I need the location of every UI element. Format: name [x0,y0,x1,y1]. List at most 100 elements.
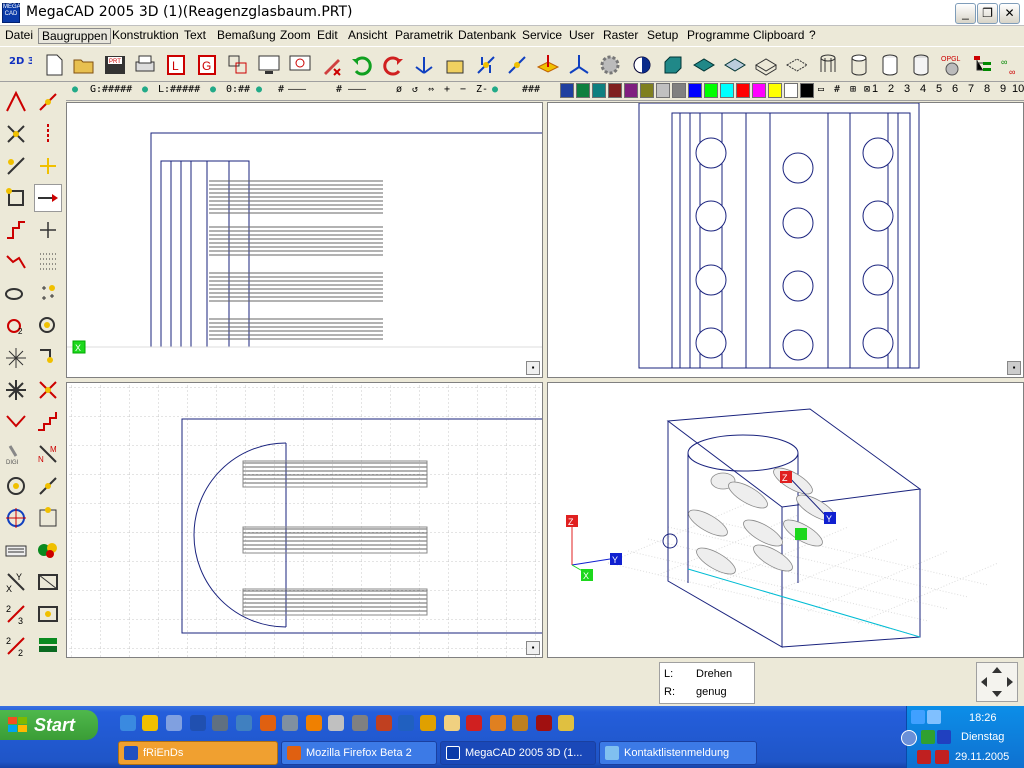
lock-icon[interactable]: ● [72,84,78,95]
color-swatch[interactable] [560,83,574,98]
circle-point-icon[interactable] [34,312,62,340]
layer-number-10[interactable]: 10 [1012,83,1024,95]
group-g-icon[interactable]: G [193,51,220,78]
menu-raster[interactable]: Raster [600,28,641,44]
angle-icon[interactable]: ø [396,84,402,95]
snap-nm-icon[interactable]: NM [34,440,62,468]
layer-number-9[interactable]: 9 [1000,83,1006,95]
2d-3d-toggle-icon[interactable]: 2D 3D [6,51,33,78]
info-icon[interactable] [142,715,158,731]
network-tray-icon[interactable] [911,710,925,724]
display-settings-icon[interactable] [286,51,313,78]
menu-parametrik[interactable]: Parametrik [392,28,456,44]
pencil-icon[interactable] [558,715,574,731]
pen-field[interactable]: 0:## [226,84,250,95]
group-field[interactable]: G:##### [90,84,132,95]
new-file-icon[interactable] [40,51,67,78]
solid-plate-icon[interactable] [690,51,717,78]
viewport-isometric[interactable]: Z Y Z Y X [547,382,1024,658]
lock-icon[interactable]: ● [142,84,148,95]
asterisk-icon[interactable] [2,376,30,404]
display-icon[interactable] [255,51,282,78]
menu-datenbank[interactable]: Datenbank [455,28,519,44]
gear-icon[interactable] [596,51,623,78]
close-button[interactable]: ✕ [999,3,1020,24]
line-width-field[interactable]: # [336,84,342,95]
color-swatch[interactable] [800,83,814,98]
hidden-line-icon[interactable] [783,51,810,78]
line-cross-icon[interactable] [2,120,30,148]
layer-number-7[interactable]: 7 [968,83,974,95]
z-axis-field[interactable]: Z- [476,84,488,95]
polyline-icon[interactable] [2,216,30,244]
ellipse-icon[interactable] [2,280,30,308]
layer-stack-icon[interactable] [34,632,62,660]
menu-zoom[interactable]: Zoom [277,28,314,44]
mail-icon[interactable] [282,715,298,731]
cylinder-wire-icon[interactable] [814,51,841,78]
circle-tangent-icon[interactable]: 2 [2,312,30,340]
layer-number-3[interactable]: 3 [904,83,910,95]
layer-number-5[interactable]: 5 [936,83,942,95]
solid-box-icon[interactable] [659,51,686,78]
ratio-2-icon[interactable]: 22 [2,632,30,660]
transform-icon[interactable] [224,51,251,78]
hash-field[interactable]: ### [522,84,540,95]
rectangle-icon[interactable] [2,184,30,212]
minimize-button[interactable]: _ [955,3,976,24]
arc-icon[interactable] [2,408,30,436]
frame-point-icon[interactable] [34,600,62,628]
snap-icon[interactable] [472,51,499,78]
menu-baugruppen[interactable]: Baugruppen [38,28,112,44]
menu-help[interactable]: ? [806,28,819,44]
viewport-side[interactable]: ▪ [547,102,1024,378]
tray-expand-icon[interactable] [901,730,917,746]
snap-mid-icon[interactable] [34,504,62,532]
properties-icon[interactable]: ∞ ∞ [997,51,1024,78]
color-swatch[interactable] [656,83,670,98]
menu-user[interactable]: User [566,28,597,44]
center-target-icon[interactable] [2,504,30,532]
media-icon[interactable] [490,715,506,731]
color-swatch[interactable] [640,83,654,98]
zip-icon[interactable] [512,715,528,731]
explorer-icon[interactable] [212,715,228,731]
undo-icon[interactable] [348,51,375,78]
eraser-icon[interactable] [376,715,392,731]
color-swatch[interactable] [672,83,686,98]
grid-box-icon[interactable]: ⊠ [864,84,870,95]
point-cross-icon[interactable] [34,152,62,180]
color-swatch[interactable] [768,83,782,98]
task-kontaktliste[interactable]: Kontaktlistenmeldung [599,741,757,765]
grid-snap-icon[interactable]: ⊞ [850,84,856,95]
cylinder-icon[interactable] [845,51,872,78]
dashed-line-icon[interactable] [34,120,62,148]
color-swatch[interactable] [608,83,622,98]
wire-plate-icon[interactable] [721,51,748,78]
bluetooth-tray-icon[interactable] [937,730,951,744]
target-icon[interactable] [2,472,30,500]
star-icon[interactable] [2,344,30,372]
opengl-icon[interactable]: OPGL [938,51,965,78]
multi-point-icon[interactable] [34,280,62,308]
snap-end-icon[interactable] [34,344,62,372]
viewport-corner-button[interactable]: ▪ [526,361,540,375]
lock-icon[interactable]: ● [492,84,498,95]
viewport-corner-button[interactable]: ▪ [526,641,540,655]
ati-tray-icon[interactable] [917,750,931,764]
stairs-icon[interactable] [34,408,62,436]
frame-icon[interactable] [34,568,62,596]
redo-icon[interactable] [379,51,406,78]
layer-field[interactable]: L:##### [158,84,200,95]
tools-icon[interactable] [236,715,252,731]
layer-number-8[interactable]: 8 [984,83,990,95]
start-button[interactable]: Start [0,710,98,740]
layer-l-icon[interactable]: L [162,51,189,78]
acrobat-tray-icon[interactable] [935,750,949,764]
grid-icon[interactable]: # [834,84,840,95]
spline-icon[interactable] [2,248,30,276]
layer-number-1[interactable]: 1 [872,83,878,95]
color-swatch[interactable] [576,83,590,98]
cylinder-solid-icon[interactable] [876,51,903,78]
cylinder-shaded-icon[interactable] [907,51,934,78]
